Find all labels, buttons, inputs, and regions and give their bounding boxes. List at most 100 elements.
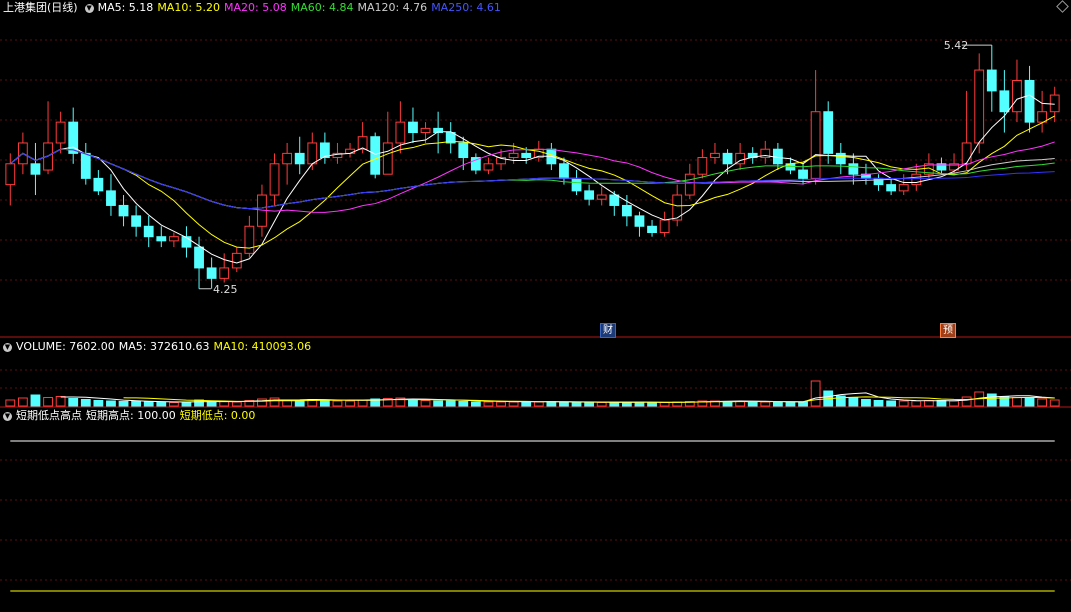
volume-bar-down [156, 401, 167, 407]
volume-bar-up [257, 398, 267, 407]
candle-up [697, 157, 708, 175]
ma5-value: MA5: 5.18 [97, 1, 154, 14]
volume-ma10-value: MA10: 410093.06 [213, 340, 312, 353]
finance-report-marker[interactable]: 财 [600, 323, 616, 338]
volume-bar-up [43, 397, 53, 407]
indicator-low-value: 短期低点: 0.00 [179, 409, 256, 422]
volume-ma5-value: MA5: 372610.63 [118, 340, 210, 353]
candle-up [420, 127, 431, 134]
candle-up [5, 163, 16, 186]
chart-canvas: 5.42 4.25 [0, 39, 1071, 592]
volume-bar-up [923, 400, 934, 407]
volume-bar-down [798, 401, 808, 407]
collapse-icon[interactable]: ▼ [3, 411, 12, 421]
candle-up [684, 173, 695, 196]
volume-bar-up [949, 400, 959, 407]
candlesticks [5, 45, 1060, 289]
volume-bar-down [80, 399, 91, 407]
volume-bar-up [961, 396, 972, 407]
volume-bar-down [584, 402, 595, 407]
volume-bar-up [17, 397, 28, 407]
volume-bar-down [609, 402, 620, 407]
volume-bar-down [772, 401, 783, 407]
volume-bar-down [93, 400, 104, 407]
candle-up [282, 152, 293, 165]
candle-down [143, 225, 154, 238]
candle-up [231, 252, 242, 269]
candle-down [798, 169, 808, 179]
candle-up [345, 148, 355, 154]
candle-down [156, 236, 167, 242]
candle-up [710, 152, 720, 159]
candle-up [911, 173, 922, 186]
candle-down [30, 163, 41, 175]
ma250-value: MA250: 4.61 [431, 1, 501, 14]
candle-up [659, 219, 670, 234]
candle-down [106, 190, 116, 206]
indicator-lines [10, 440, 1055, 592]
volume-bar-down [294, 400, 305, 407]
volume-bar-down [647, 402, 657, 407]
volume-bar-down [873, 400, 884, 407]
volume-value: VOLUME: 7602.00 [16, 340, 115, 353]
volume-bar-down [319, 400, 330, 407]
high-price-label: 5.42 [944, 39, 969, 52]
volume-bar-up [533, 401, 544, 407]
indicator-panel-header: ▼ 短期低点高点 短期高点: 100.00 短期低点: 0.00 [0, 408, 259, 424]
collapse-icon[interactable]: ▼ [84, 3, 94, 13]
candle-up [1012, 79, 1022, 113]
ma10-value: MA10: 5.20 [157, 1, 221, 14]
volume-bar-up [269, 397, 280, 407]
volume-bar-down [559, 401, 569, 407]
candle-down [584, 190, 595, 200]
volume-bar-down [68, 398, 79, 407]
candle-down [93, 177, 104, 192]
candle-down [772, 148, 783, 165]
candle-down [206, 267, 217, 279]
volume-bar-down [458, 401, 469, 407]
volume-bar-down [986, 393, 997, 407]
candle-down [559, 163, 569, 179]
volume-bar-up [596, 402, 607, 407]
volume-bar-down [886, 400, 897, 407]
indicator-name: 短期低点高点 [16, 409, 82, 422]
candle-down [1024, 79, 1035, 123]
volume-bar-up [659, 402, 670, 407]
candle-up [357, 136, 368, 150]
volume-bar-up [911, 400, 922, 407]
volume-bar-up [420, 400, 431, 407]
volume-bar-up [810, 380, 821, 407]
candle-down [848, 163, 859, 175]
candle-up [961, 142, 972, 165]
candle-down [634, 215, 645, 227]
volume-bar-down [30, 394, 41, 407]
forecast-marker[interactable]: 预 [940, 323, 956, 338]
volume-panel-header: ▼ VOLUME: 7602.00 MA5: 372610.63 MA10: 4100… [0, 339, 315, 355]
volume-bar-up [508, 401, 519, 407]
chart-title: 上港集团(日线) [3, 1, 78, 14]
volume-bar-down [785, 401, 796, 407]
volume-bar-up [345, 400, 355, 407]
candle-up [382, 142, 393, 175]
candle-down [571, 177, 582, 192]
volume-bar-down [521, 401, 532, 407]
ma20-line [9, 141, 1055, 213]
candle-up [596, 194, 607, 200]
ma60-value: MA60: 4.84 [290, 1, 354, 14]
volume-bar-down [181, 401, 192, 407]
volume-bar-down [747, 401, 758, 407]
candle-down [521, 152, 532, 159]
candle-down [823, 111, 834, 154]
candle-up [395, 121, 406, 144]
collapse-icon[interactable]: ▼ [3, 342, 12, 352]
volume-bar-up [332, 400, 343, 407]
volume-bar-down [861, 399, 871, 407]
volume-bar-up [219, 401, 230, 407]
volume-bar-down [848, 397, 859, 407]
candle-down [886, 184, 897, 192]
volume-bar-down [470, 401, 481, 407]
ma120-value: MA120: 4.76 [357, 1, 428, 14]
indicator-high-value: 短期高点: 100.00 [86, 409, 176, 422]
candle-up [55, 121, 66, 144]
volume-bar-down [143, 401, 154, 407]
